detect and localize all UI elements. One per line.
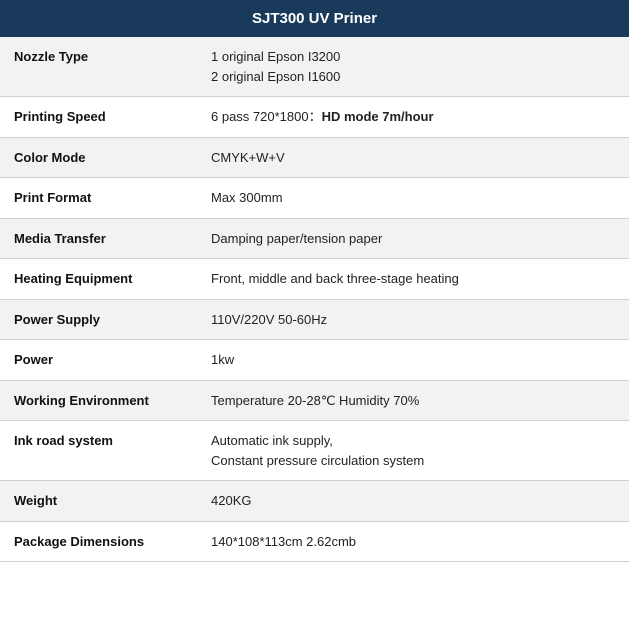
table-row: Print FormatMax 300mm	[0, 178, 629, 219]
spec-label: Color Mode	[0, 137, 197, 178]
spec-label: Package Dimensions	[0, 521, 197, 562]
table-row: Working EnvironmentTemperature 20-28℃ Hu…	[0, 380, 629, 421]
spec-value: Max 300mm	[197, 178, 629, 219]
spec-label: Media Transfer	[0, 218, 197, 259]
spec-table-container: SJT300 UV Priner Nozzle Type1 original E…	[0, 0, 629, 562]
spec-table: Nozzle Type1 original Epson I32002 origi…	[0, 37, 629, 562]
table-row: Power Supply110V/220V 50-60Hz	[0, 299, 629, 340]
spec-label: Power	[0, 340, 197, 381]
spec-label: Heating Equipment	[0, 259, 197, 300]
table-row: Color ModeCMYK+W+V	[0, 137, 629, 178]
spec-value: Damping paper/tension paper	[197, 218, 629, 259]
spec-label: Power Supply	[0, 299, 197, 340]
spec-value: Temperature 20-28℃ Humidity 70%	[197, 380, 629, 421]
table-row: Printing Speed6 pass 720*1800：HD mode 7m…	[0, 97, 629, 138]
spec-value-bold: HD mode 7m/hour	[322, 109, 434, 124]
table-title: SJT300 UV Priner	[252, 10, 377, 27]
table-row: Media TransferDamping paper/tension pape…	[0, 218, 629, 259]
spec-label: Weight	[0, 481, 197, 522]
spec-label: Print Format	[0, 178, 197, 219]
table-header: SJT300 UV Priner	[0, 0, 629, 37]
spec-value: 140*108*113cm 2.62cmb	[197, 521, 629, 562]
spec-value: 110V/220V 50-60Hz	[197, 299, 629, 340]
table-row: Nozzle Type1 original Epson I32002 origi…	[0, 37, 629, 97]
table-row: Weight420KG	[0, 481, 629, 522]
spec-value: Automatic ink supply,Constant pressure c…	[197, 421, 629, 481]
spec-value: Front, middle and back three-stage heati…	[197, 259, 629, 300]
spec-value: 1kw	[197, 340, 629, 381]
spec-value: 420KG	[197, 481, 629, 522]
spec-label: Nozzle Type	[0, 37, 197, 97]
spec-value: CMYK+W+V	[197, 137, 629, 178]
spec-value: 6 pass 720*1800：HD mode 7m/hour	[197, 97, 629, 138]
table-row: Heating EquipmentFront, middle and back …	[0, 259, 629, 300]
spec-label: Ink road system	[0, 421, 197, 481]
spec-label: Working Environment	[0, 380, 197, 421]
table-row: Package Dimensions140*108*113cm 2.62cmb	[0, 521, 629, 562]
spec-label: Printing Speed	[0, 97, 197, 138]
spec-value: 1 original Epson I32002 original Epson I…	[197, 37, 629, 97]
table-row: Ink road systemAutomatic ink supply,Cons…	[0, 421, 629, 481]
table-row: Power1kw	[0, 340, 629, 381]
